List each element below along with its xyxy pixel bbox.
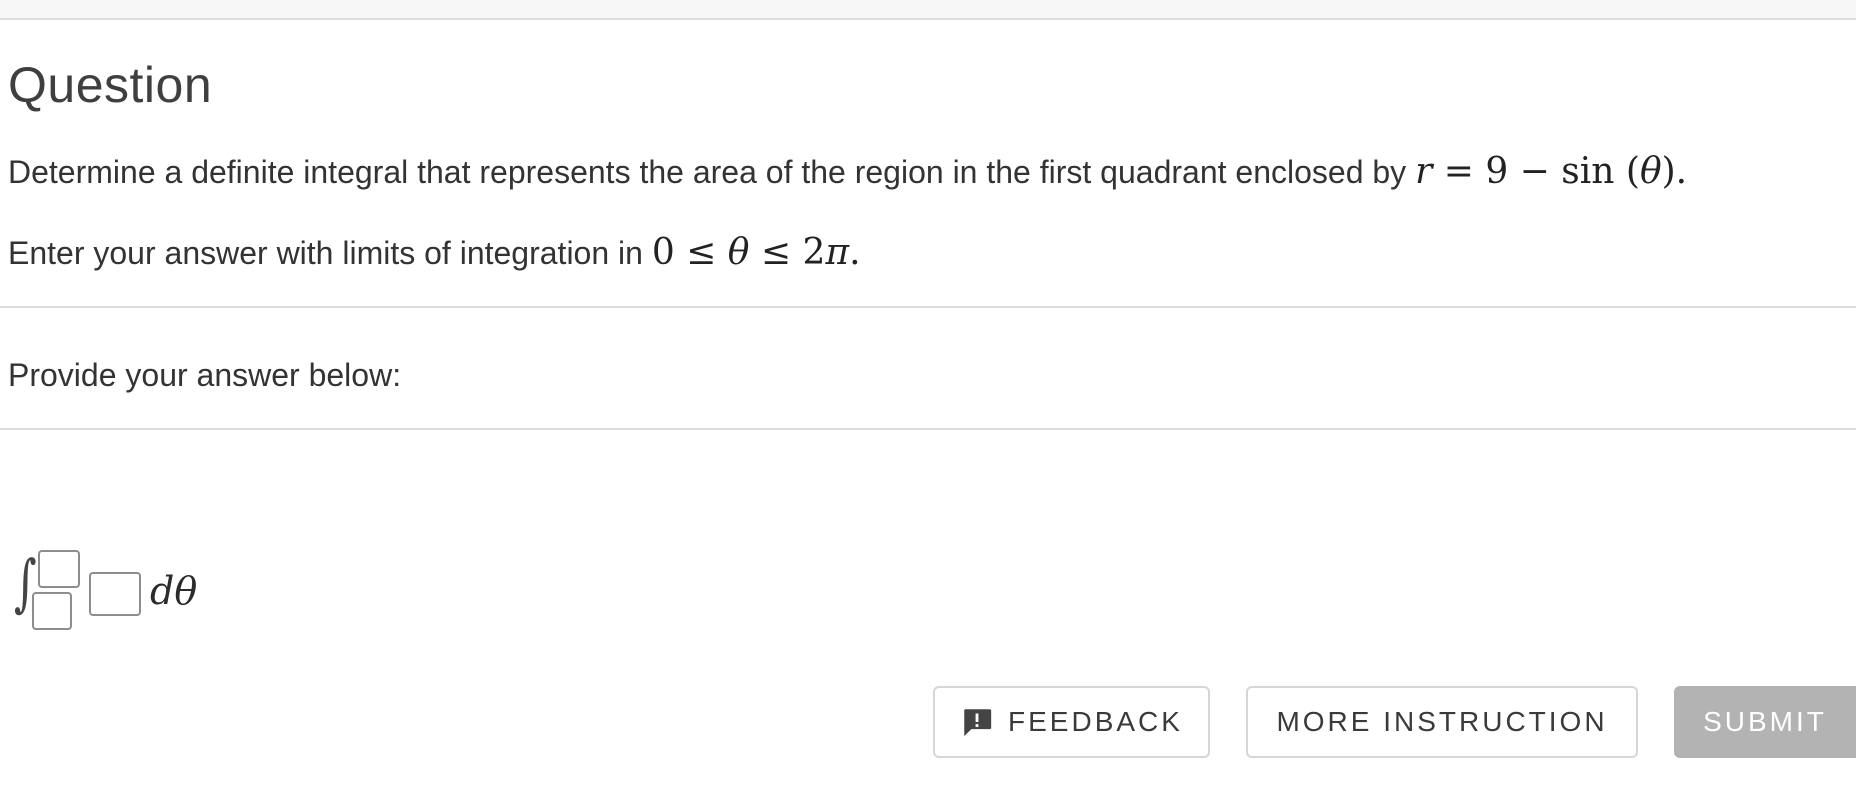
question-instruction-text: Enter your answer with limits of integra… <box>8 235 643 271</box>
equation-lhs: r <box>1415 151 1433 192</box>
lower-limit-input[interactable] <box>32 592 72 630</box>
feedback-exclamation-icon <box>964 709 992 737</box>
top-header-strip <box>0 0 1856 20</box>
section-divider <box>0 306 1856 308</box>
equation-theta: θ <box>1639 151 1662 192</box>
question-heading: Question <box>8 57 213 113</box>
integrand-input[interactable] <box>89 572 141 616</box>
equation-close: ). <box>1661 151 1688 192</box>
submit-label: SUBMIT <box>1703 706 1827 737</box>
answer-label: Provide your answer below: <box>8 357 402 393</box>
question-prompt: Determine a definite integral that repre… <box>8 152 1687 192</box>
equation-body: = 9 − sin ( <box>1432 151 1640 192</box>
feedback-label: FEEDBACK <box>1008 706 1183 737</box>
question-prompt-text: Determine a definite integral that repre… <box>8 154 1407 190</box>
limits-pi: π <box>825 232 850 273</box>
limits-theta: θ <box>727 232 750 273</box>
submit-button[interactable]: SUBMIT <box>1674 686 1856 758</box>
integration-limits: 0 ≤ θ ≤ 2π. <box>652 232 861 273</box>
limits-end: . <box>849 232 861 273</box>
question-instruction: Enter your answer with limits of integra… <box>8 233 861 273</box>
polar-equation: r = 9 − sin (θ). <box>1415 151 1687 192</box>
more-instruction-button[interactable]: MORE INSTRUCTION <box>1246 686 1638 758</box>
integral-answer-editor: ∫ dθ <box>14 544 204 630</box>
feedback-button[interactable]: FEEDBACK <box>933 686 1210 758</box>
upper-limit-input[interactable] <box>38 550 80 588</box>
limits-low: 0 ≤ <box>651 232 728 273</box>
more-instruction-label: MORE INSTRUCTION <box>1276 706 1608 737</box>
limits-high: ≤ 2 <box>749 232 826 273</box>
differential-d-theta: dθ <box>150 569 198 613</box>
answer-divider <box>0 428 1856 430</box>
